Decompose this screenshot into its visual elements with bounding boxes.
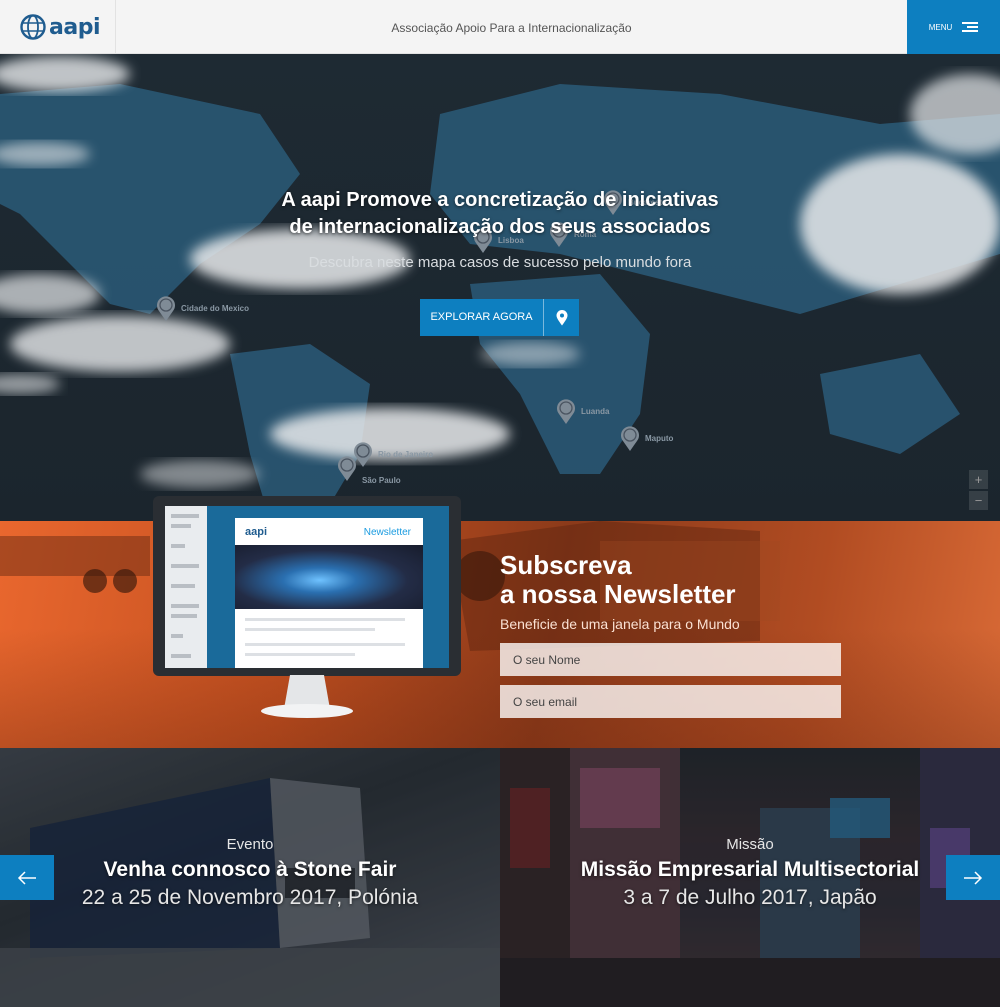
globe-pin-icon: [338, 456, 356, 481]
hamburger-icon: [962, 22, 979, 32]
menu-button[interactable]: MENU: [907, 0, 1000, 54]
site-header: aapi Associação Apoio Para a Internacion…: [0, 0, 1000, 54]
map-pin-cidade-do-mexico[interactable]: Cidade do Mexico: [155, 294, 249, 322]
event-title: Missão Empresarial Multisectorial: [580, 858, 920, 881]
name-input[interactable]: [500, 643, 841, 676]
screen-newsletter-label: Newsletter: [363, 527, 411, 538]
globe-icon: [20, 14, 46, 40]
carousel-next-button[interactable]: [946, 855, 1000, 900]
map-pin-maputo[interactable]: Maputo: [619, 424, 673, 452]
location-pin-icon: [544, 299, 579, 336]
newsletter-subtitle: Beneficie de uma janela para o Mundo: [500, 616, 740, 632]
world-map: [0, 56, 1000, 521]
logo-text: aapi: [49, 14, 100, 40]
event-tag: Missão: [726, 836, 774, 853]
hero-map[interactable]: Bucareste Lisboa Roma Cidade do Mexico L…: [0, 54, 1000, 521]
arrow-right-icon: [964, 870, 983, 885]
email-input[interactable]: [500, 685, 841, 718]
menu-label: MENU: [928, 22, 953, 32]
globe-pin-icon: [557, 399, 575, 424]
event-card-missao-japao[interactable]: Missão Missão Empresarial Multisectorial…: [500, 748, 1000, 1007]
monitor-stand: [261, 675, 353, 718]
globe-pin-icon: [157, 296, 175, 321]
map-pin-luanda[interactable]: Luanda: [555, 397, 609, 425]
hero-subtitle: Descubra neste mapa casos de sucesso pel…: [308, 254, 692, 271]
screen-globe-image: [235, 545, 423, 609]
carousel-prev-button[interactable]: [0, 855, 54, 900]
event-title: Venha connosco à Stone Fair: [103, 858, 397, 881]
event-date: 22 a 25 de Novembro 2017, Polónia: [81, 886, 419, 909]
newsletter-title: Subscreva a nossa Newsletter: [500, 550, 736, 609]
explore-label: EXPLORAR AGORA: [420, 299, 544, 336]
event-tag: Evento: [226, 836, 274, 853]
monitor-screen: aapi Newsletter: [165, 506, 449, 668]
site-tagline: Associação Apoio Para a Internacionaliza…: [391, 21, 632, 35]
hero-title: A aapi Promove a concretização de inicia…: [281, 189, 719, 238]
event-date: 3 a 7 de Julho 2017, Japão: [623, 886, 877, 909]
zoom-out-button[interactable]: −: [969, 491, 988, 510]
map-pin-sao-paulo[interactable]: São Paulo: [336, 454, 401, 485]
globe-pin-icon: [621, 426, 639, 451]
event-card-stone-fair[interactable]: Evento Venha connosco à Stone Fair 22 a …: [0, 748, 500, 1007]
explore-button[interactable]: EXPLORAR AGORA: [420, 299, 579, 336]
monitor-illustration: aapi Newsletter: [153, 496, 461, 676]
zoom-in-button[interactable]: +: [969, 470, 988, 489]
screen-logo: aapi: [245, 526, 268, 538]
arrow-left-icon: [17, 870, 36, 885]
newsletter-section: Subscreva a nossa Newsletter Beneficie d…: [0, 521, 1000, 748]
logo[interactable]: aapi: [0, 0, 116, 54]
